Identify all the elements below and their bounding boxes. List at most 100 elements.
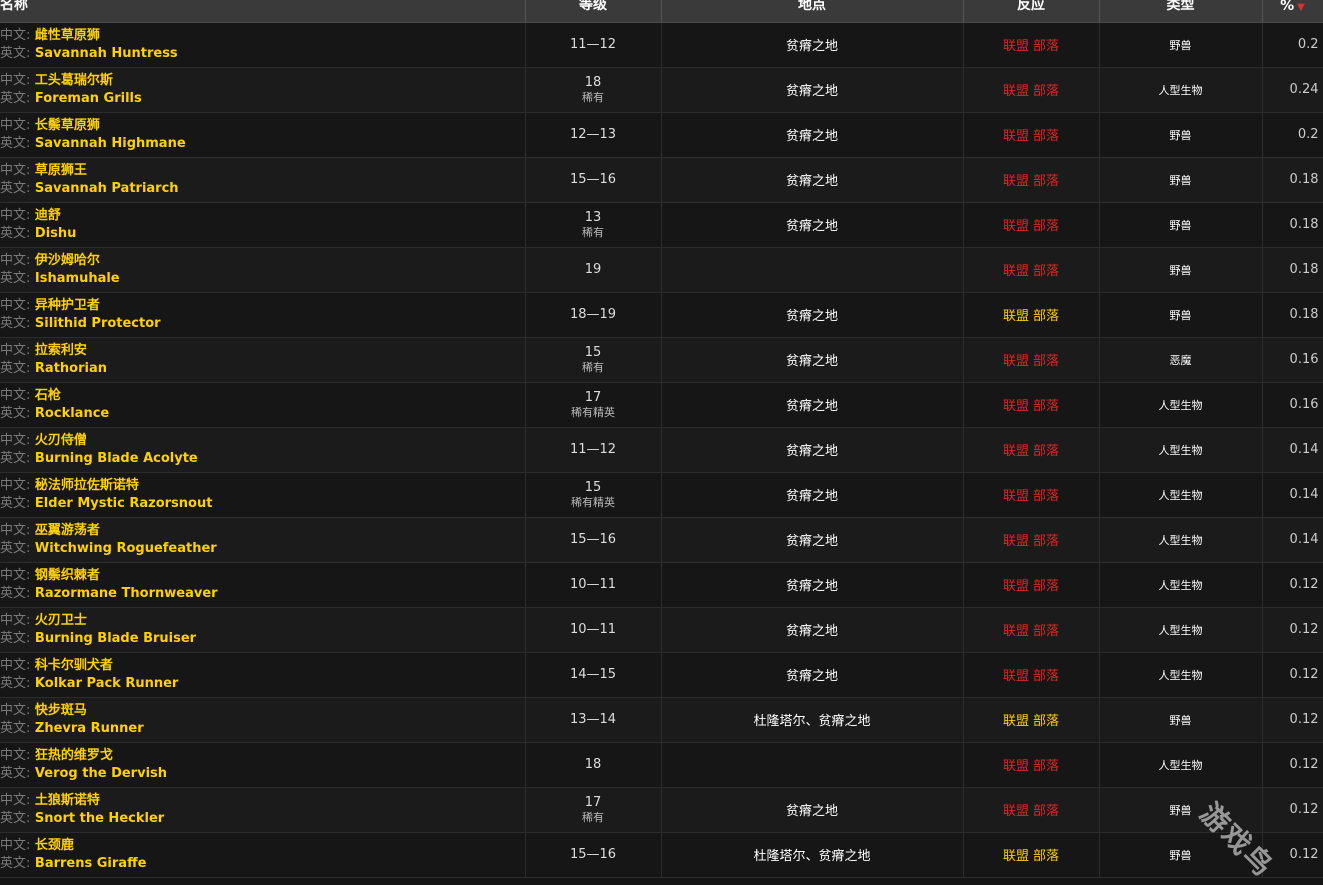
- table-row[interactable]: 中文: 土狼斯诺特 英文: Snort the Heckler 17 稀有 贫瘠之地 联盟…: [0, 787, 1323, 832]
- table-row[interactable]: 中文: 狂热的维罗戈 英文: Verog the Dervish 18 联盟 部落 人型生…: [0, 742, 1323, 787]
- npc-en-name-link[interactable]: Rocklance: [35, 406, 109, 421]
- location-link[interactable]: 杜隆塔尔、贫瘠之地: [753, 849, 870, 864]
- location-link[interactable]: 贫瘠之地: [786, 354, 838, 369]
- cn-prefix: 中文:: [0, 612, 31, 628]
- location-link[interactable]: 贫瘠之地: [786, 669, 838, 684]
- table-row[interactable]: 中文: 石枪 英文: Rocklance 17 稀有精英 贫瘠之地 联盟 部落 人型生物 0.1…: [0, 382, 1323, 427]
- column-header-level[interactable]: 等级: [525, 0, 662, 23]
- percent-value: 0.12: [1289, 577, 1319, 592]
- en-prefix: 英文:: [0, 855, 31, 871]
- npc-cn-name-link[interactable]: 狂热的维罗戈: [35, 748, 113, 763]
- column-header-location[interactable]: 地点: [661, 0, 964, 23]
- table-row[interactable]: 中文: 拉索利安 英文: Rathorian 15 稀有 贫瘠之地 联盟 部落 恶魔 0.16: [0, 337, 1323, 382]
- npc-cn-name-link[interactable]: 石枪: [35, 388, 61, 403]
- column-header-type[interactable]: 类型: [1099, 0, 1263, 23]
- type-value: 野兽: [1169, 308, 1192, 322]
- npc-cn-name-link[interactable]: 迪舒: [35, 208, 61, 223]
- npc-en-name-link[interactable]: Barrens Giraffe: [35, 856, 147, 871]
- npc-en-name-link[interactable]: Snort the Heckler: [35, 811, 164, 826]
- npc-cn-name-link[interactable]: 火刃侍僧: [35, 433, 87, 448]
- table-row[interactable]: 中文: 工头葛瑞尔斯 英文: Foreman Grills 18 稀有 贫瘠之地 联盟 部落…: [0, 67, 1323, 112]
- table-row[interactable]: 中文: 长颈鹿 英文: Barrens Giraffe 15—16 杜隆塔尔、贫瘠之地…: [0, 832, 1323, 877]
- location-link[interactable]: 贫瘠之地: [786, 804, 838, 819]
- location-link[interactable]: 贫瘠之地: [786, 399, 838, 414]
- npc-cn-name-link[interactable]: 异种护卫者: [35, 298, 100, 313]
- location-link[interactable]: 贫瘠之地: [786, 579, 838, 594]
- npc-cn-name-link[interactable]: 伊沙姆哈尔: [35, 253, 100, 268]
- npc-en-name-link[interactable]: Dishu: [35, 226, 77, 241]
- npc-en-name-link[interactable]: Foreman Grills: [35, 91, 142, 106]
- npc-cn-name-link[interactable]: 长颈鹿: [35, 838, 74, 853]
- npc-en-name-link[interactable]: Savannah Highmane: [35, 136, 186, 151]
- npc-cn-name-link[interactable]: 快步斑马: [35, 703, 87, 718]
- npc-en-name-link[interactable]: Kolkar Pack Runner: [35, 676, 178, 691]
- table-row[interactable]: 中文: 快步斑马 英文: Zhevra Runner 13—14 杜隆塔尔、贫瘠之地 联…: [0, 697, 1323, 742]
- level-value: 15: [584, 345, 602, 360]
- npc-en-name-link[interactable]: Elder Mystic Razorsnout: [35, 496, 213, 511]
- table-row[interactable]: 中文: 火刃侍僧 英文: Burning Blade Acolyte 11—12 贫瘠…: [0, 427, 1323, 472]
- location-link[interactable]: 贫瘠之地: [786, 309, 838, 324]
- alliance-reaction: 联盟: [1002, 309, 1029, 324]
- en-prefix: 英文:: [0, 360, 31, 376]
- location-link[interactable]: 贫瘠之地: [786, 84, 838, 99]
- npc-cn-name-link[interactable]: 雌性草原狮: [35, 28, 100, 43]
- npc-table: 名称 等级 地点 反应 类型 % ▼ 中文: 雌性草原狮 英文: Savannah …: [0, 0, 1323, 878]
- column-header-name[interactable]: 名称: [0, 0, 526, 23]
- npc-cn-name-link[interactable]: 长鬃草原狮: [35, 118, 100, 133]
- column-header-percent[interactable]: % ▼: [1262, 0, 1323, 23]
- table-row[interactable]: 中文: 钢鬃织棘者 英文: Razormane Thornweaver 10—11 贫…: [0, 562, 1323, 607]
- table-row[interactable]: 中文: 长鬃草原狮 英文: Savannah Highmane 12—13 贫瘠之地 联…: [0, 112, 1323, 157]
- table-row[interactable]: 中文: 迪舒 英文: Dishu 13 稀有 贫瘠之地 联盟 部落 野兽 0.18: [0, 202, 1323, 247]
- npc-name-cell: 中文: 狂热的维罗戈 英文: Verog the Dervish: [0, 742, 526, 787]
- npc-cn-name-link[interactable]: 巫翼游荡者: [35, 523, 100, 538]
- reaction-cell: 联盟 部落: [963, 562, 1100, 607]
- location-cell: [661, 247, 964, 292]
- alliance-reaction: 联盟: [1002, 669, 1029, 684]
- horde-reaction: 部落: [1033, 624, 1060, 639]
- location-link[interactable]: 贫瘠之地: [786, 624, 838, 639]
- type-value: 野兽: [1169, 263, 1192, 277]
- npc-en-name-link[interactable]: Witchwing Roguefeather: [35, 541, 217, 556]
- location-link[interactable]: 贫瘠之地: [786, 444, 838, 459]
- npc-en-name-link[interactable]: Savannah Huntress: [35, 46, 178, 61]
- npc-en-name-link[interactable]: Razormane Thornweaver: [35, 586, 218, 601]
- table-row[interactable]: 中文: 草原狮王 英文: Savannah Patriarch 15—16 贫瘠之地 联…: [0, 157, 1323, 202]
- npc-en-name-link[interactable]: Silithid Protector: [35, 316, 161, 331]
- npc-cn-name-link[interactable]: 草原狮王: [35, 163, 87, 178]
- table-row[interactable]: 中文: 伊沙姆哈尔 英文: Ishamuhale 19 联盟 部落 野兽 0.18: [0, 247, 1323, 292]
- table-row[interactable]: 中文: 秘法师拉佐斯诺特 英文: Elder Mystic Razorsnout 1…: [0, 472, 1323, 517]
- location-link[interactable]: 杜隆塔尔、贫瘠之地: [753, 714, 870, 729]
- level-value: 13—14: [569, 711, 617, 727]
- npc-cn-name-link[interactable]: 拉索利安: [35, 343, 87, 358]
- horde-reaction: 部落: [1033, 849, 1060, 864]
- npc-en-name-link[interactable]: Ishamuhale: [35, 271, 120, 286]
- npc-cn-name-link[interactable]: 土狼斯诺特: [35, 793, 100, 808]
- location-cell: 贫瘠之地: [661, 562, 964, 607]
- sort-desc-icon: ▼: [1297, 1, 1305, 13]
- npc-name-cell: 中文: 快步斑马 英文: Zhevra Runner: [0, 697, 526, 742]
- table-row[interactable]: 中文: 巫翼游荡者 英文: Witchwing Roguefeather 15—16…: [0, 517, 1323, 562]
- location-link[interactable]: 贫瘠之地: [786, 129, 838, 144]
- npc-en-name-link[interactable]: Verog the Dervish: [35, 766, 167, 781]
- column-header-reaction[interactable]: 反应: [963, 0, 1100, 23]
- npc-en-name-link[interactable]: Savannah Patriarch: [35, 181, 179, 196]
- table-row[interactable]: 中文: 异种护卫者 英文: Silithid Protector 18—19 贫瘠之地…: [0, 292, 1323, 337]
- npc-en-name-link[interactable]: Burning Blade Acolyte: [35, 451, 198, 466]
- npc-cn-name-link[interactable]: 秘法师拉佐斯诺特: [35, 478, 139, 493]
- location-link[interactable]: 贫瘠之地: [786, 534, 838, 549]
- location-link[interactable]: 贫瘠之地: [786, 489, 838, 504]
- percent-value: 0.18: [1289, 172, 1319, 187]
- location-link[interactable]: 贫瘠之地: [786, 219, 838, 234]
- table-row[interactable]: 中文: 雌性草原狮 英文: Savannah Huntress 11—12 贫瘠之地 联…: [0, 22, 1323, 67]
- location-link[interactable]: 贫瘠之地: [786, 39, 838, 54]
- table-row[interactable]: 中文: 科卡尔驯犬者 英文: Kolkar Pack Runner 14—15 贫瘠之…: [0, 652, 1323, 697]
- npc-cn-name-link[interactable]: 火刃卫士: [35, 613, 87, 628]
- npc-en-name-link[interactable]: Burning Blade Bruiser: [35, 631, 196, 646]
- npc-cn-name-link[interactable]: 工头葛瑞尔斯: [35, 73, 113, 88]
- npc-en-name-link[interactable]: Zhevra Runner: [35, 721, 144, 736]
- npc-cn-name-link[interactable]: 科卡尔驯犬者: [35, 658, 113, 673]
- npc-cn-name-link[interactable]: 钢鬃织棘者: [35, 568, 100, 583]
- npc-en-name-link[interactable]: Rathorian: [35, 361, 107, 376]
- location-link[interactable]: 贫瘠之地: [786, 174, 838, 189]
- table-row[interactable]: 中文: 火刃卫士 英文: Burning Blade Bruiser 10—11 贫瘠…: [0, 607, 1323, 652]
